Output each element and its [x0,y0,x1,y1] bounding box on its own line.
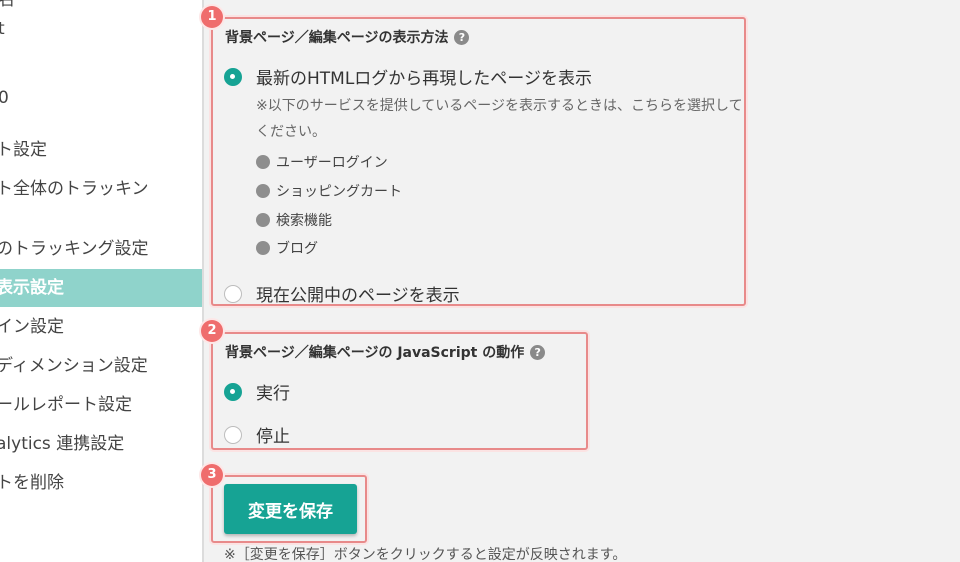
bullet-search: 検索機能 [256,210,332,230]
sidebar-item-label: t [0,11,5,47]
save-footnote: ※［変更を保存］ボタンをクリックすると設定が反映されます。 [224,547,627,562]
bullet-icon [256,155,270,169]
sidebar-item-label: ト全体のトラッキン [0,179,149,199]
sidebar-item-dimension-settings[interactable]: ディメンション設定 [0,348,202,384]
bullet-icon [256,241,270,255]
step-badge-1: 1 [201,6,223,28]
option-latest-html-log[interactable]: 最新のHTMLログから再現したページを表示 [224,64,592,89]
sidebar-item-t[interactable]: t [0,11,202,47]
step-badge-2: 2 [201,320,223,342]
section-title-text: 背景ページ／編集ページの表示方法 [225,30,449,46]
sidebar-item-label: イン設定 [0,317,64,337]
option-stop[interactable]: 停止 [224,422,290,447]
sidebar-item-analytics-link[interactable]: alytics 連携設定 [0,426,202,462]
sidebar-item-label: alytics 連携設定 [0,434,125,454]
sidebar-item-site-tracking[interactable]: ト全体のトラッキン [0,171,202,207]
display-settings-panel: 1 背景ページ／編集ページの表示方法 ? 最新のHTMLログから再現したページを… [201,0,960,562]
service-note: ※以下のサービスを提供しているページを表示するときは、こちらを選択してください。 [256,98,743,140]
bullet-label: ブログ [276,241,318,257]
sidebar-item-label: ディメンション設定 [0,356,148,376]
sidebar-item-display-settings[interactable]: 表示設定 [0,269,202,307]
option-label: 実行 [256,384,290,404]
help-icon[interactable]: ? [454,29,470,45]
radio-unchecked-icon[interactable] [224,425,242,444]
bullet-icon [256,184,270,198]
help-icon[interactable]: ? [530,344,546,360]
bullet-blog: ブログ [256,238,318,258]
bullet-icon [256,213,270,227]
bullet-label: ユーザーログイン [276,155,388,171]
option-run[interactable]: 実行 [224,379,290,404]
option-current-page[interactable]: 現在公開中のページを表示 [224,281,460,306]
sidebar-item-delete-site[interactable]: トを削除 [0,465,202,501]
sidebar-item-tracking-settings[interactable]: のトラッキング設定 [0,231,202,267]
sidebar-item-label: ールレポート設定 [0,395,132,415]
step-badge-3: 3 [201,464,223,486]
radio-unchecked-icon[interactable] [224,284,242,303]
sidebar-item-label: 0 [0,80,9,116]
option-label: 最新のHTMLログから再現したページを表示 [256,69,592,89]
radio-checked-icon[interactable] [224,382,242,401]
bullet-label: ショッピングカート [276,184,402,200]
settings-sidebar: 名 t 0 ト設定 ト全体のトラッキン のトラッキング設定 表示設定 イン設定 … [0,0,204,562]
sidebar-item-domain-settings[interactable]: イン設定 [0,309,202,345]
bullet-user-login: ユーザーログイン [256,152,388,172]
sidebar-item-label: のトラッキング設定 [0,239,149,259]
section-title-javascript: 背景ページ／編集ページの JavaScript の動作 ? [225,342,546,362]
radio-checked-icon[interactable] [224,67,242,86]
sidebar-item-0[interactable]: 0 [0,80,202,116]
sidebar-item-label: 表示設定 [0,278,64,298]
option-label: 停止 [256,427,290,447]
bullet-shopping-cart: ショッピングカート [256,181,402,201]
sidebar-item-label: トを削除 [0,473,64,493]
option-label: 現在公開中のページを表示 [256,286,460,306]
sidebar-item-site-settings[interactable]: ト設定 [0,132,202,168]
section-title-text: 背景ページ／編集ページの JavaScript の動作 [225,345,525,361]
save-changes-button[interactable]: 変更を保存 [224,484,357,534]
sidebar-item-mail-report-settings[interactable]: ールレポート設定 [0,387,202,423]
bullet-label: 検索機能 [276,213,332,229]
section-title-display-method: 背景ページ／編集ページの表示方法 ? [225,27,470,47]
sidebar-item-label: ト設定 [0,140,47,160]
